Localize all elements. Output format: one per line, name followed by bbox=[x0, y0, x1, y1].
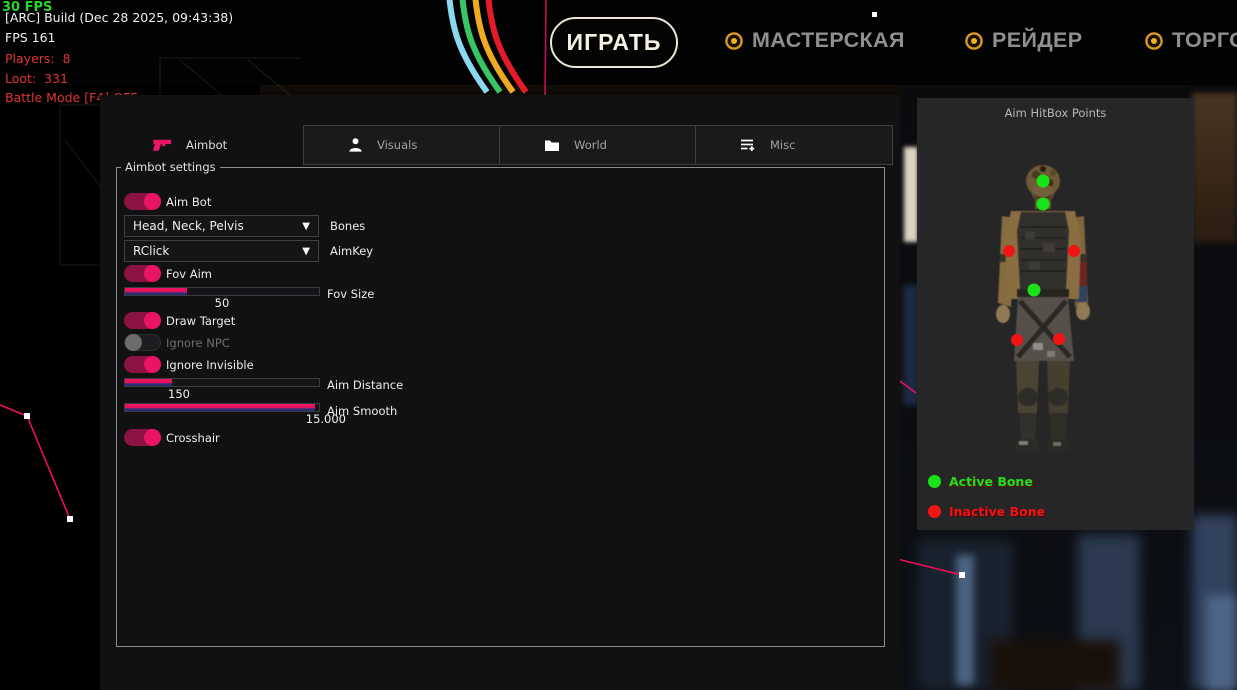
crosshair-label: Crosshair bbox=[166, 431, 220, 445]
aim-smooth-value: 15.000 bbox=[150, 412, 346, 426]
scene-brown-wall bbox=[1192, 93, 1237, 243]
active-bone-point[interactable] bbox=[1028, 284, 1041, 297]
inactive-bone-point[interactable] bbox=[1011, 334, 1023, 346]
legend-label: Inactive Bone bbox=[949, 504, 1045, 519]
legend-inactive-bone: Inactive Bone bbox=[928, 504, 1045, 519]
scene-light-strip bbox=[904, 147, 918, 242]
ignore-npc-label: Ignore NPC bbox=[166, 336, 230, 350]
players-label: Players: 8 bbox=[5, 51, 71, 66]
scene-floor bbox=[990, 640, 1120, 690]
aim-hitbox-panel: Aim HitBox Points bbox=[917, 98, 1194, 530]
aim-distance-slider[interactable] bbox=[124, 378, 320, 387]
inactive-bone-point[interactable] bbox=[1053, 333, 1065, 345]
aimkey-value: RClick bbox=[133, 244, 169, 258]
bones-label: Bones bbox=[330, 219, 365, 233]
menu-item-label: РЕЙДЕР bbox=[992, 28, 1083, 53]
chevron-down-icon: ▼ bbox=[302, 246, 310, 257]
aim-smooth-label: Aim Smooth bbox=[327, 404, 397, 418]
tab-label: World bbox=[574, 138, 607, 152]
tab-label: Aimbot bbox=[186, 138, 227, 152]
gun-icon bbox=[153, 138, 172, 152]
tab-visuals[interactable]: Visuals bbox=[303, 125, 500, 165]
inactive-bone-point[interactable] bbox=[1003, 245, 1015, 257]
aim-distance-label: Aim Distance bbox=[327, 378, 403, 392]
active-bone-dot bbox=[928, 475, 941, 488]
ignore-npc-toggle[interactable] bbox=[124, 334, 161, 351]
fov-size-slider[interactable] bbox=[124, 287, 320, 296]
playlist-add-icon bbox=[740, 138, 756, 153]
coin-icon bbox=[965, 32, 983, 50]
aim-bot-label: Aim Bot bbox=[166, 195, 211, 209]
tab-world[interactable]: World bbox=[499, 125, 696, 165]
menu-item-workshop[interactable]: МАСТЕРСКАЯ bbox=[725, 28, 905, 53]
tab-aimbot[interactable]: Aimbot bbox=[125, 125, 303, 165]
fov-size-label: Fov Size bbox=[327, 287, 374, 301]
menu-item-raider[interactable]: РЕЙДЕР bbox=[965, 28, 1083, 53]
bones-value: Head, Neck, Pelvis bbox=[133, 219, 244, 233]
legend-label: Active Bone bbox=[949, 474, 1033, 489]
folder-icon bbox=[544, 138, 560, 152]
aim-bot-toggle[interactable] bbox=[124, 193, 161, 210]
coin-icon bbox=[1145, 32, 1163, 50]
build-label: [ARC] Build (Dec 28 2025, 09:43:38) bbox=[5, 10, 233, 25]
chevron-down-icon: ▼ bbox=[302, 221, 310, 232]
hitbox-panel-title: Aim HitBox Points bbox=[917, 106, 1194, 120]
menu-item-label: МАСТЕРСКАЯ bbox=[752, 28, 905, 53]
menu-item-label: ТОРГО bbox=[1172, 28, 1237, 53]
aim-smooth-slider[interactable] bbox=[124, 403, 320, 412]
coin-icon bbox=[725, 32, 743, 50]
aimkey-label: AimKey bbox=[330, 244, 373, 258]
person-icon bbox=[348, 137, 363, 153]
inactive-bone-point[interactable] bbox=[1068, 245, 1080, 257]
fov-aim-label: Fov Aim bbox=[166, 267, 212, 281]
aimkey-dropdown[interactable]: RClick ▼ bbox=[124, 240, 319, 262]
draw-target-toggle[interactable] bbox=[124, 312, 161, 329]
fov-aim-toggle[interactable] bbox=[124, 265, 161, 282]
active-bone-point[interactable] bbox=[1037, 198, 1050, 211]
ignore-invisible-toggle[interactable] bbox=[124, 356, 161, 373]
crosshair-toggle[interactable] bbox=[124, 429, 161, 446]
fov-size-value: 50 bbox=[124, 296, 320, 310]
tab-misc[interactable]: Misc bbox=[695, 125, 893, 165]
tab-label: Visuals bbox=[377, 138, 417, 152]
inactive-bone-dot bbox=[928, 505, 941, 518]
play-button[interactable]: ИГРАТЬ bbox=[550, 17, 678, 68]
draw-target-label: Draw Target bbox=[166, 314, 235, 328]
group-title: Aimbot settings bbox=[121, 160, 220, 174]
scene-window-glow bbox=[1206, 595, 1236, 690]
bones-dropdown[interactable]: Head, Neck, Pelvis ▼ bbox=[124, 215, 319, 237]
ignore-invisible-label: Ignore Invisible bbox=[166, 358, 254, 372]
scene-pillar bbox=[956, 555, 974, 685]
aim-distance-value: 150 bbox=[124, 387, 234, 401]
menu-item-trader[interactable]: ТОРГО bbox=[1145, 28, 1237, 53]
loot-label: Loot: 331 bbox=[5, 71, 68, 86]
game-screen: 30 FPS [ARC] Build (Dec 28 2025, 09:43:3… bbox=[0, 0, 1237, 690]
cheat-menu-panel: Aimbot Visuals World bbox=[100, 95, 900, 690]
legend-active-bone: Active Bone bbox=[928, 474, 1033, 489]
active-bone-point[interactable] bbox=[1037, 175, 1050, 188]
tab-label: Misc bbox=[770, 138, 795, 152]
fps-label: FPS 161 bbox=[5, 30, 56, 45]
